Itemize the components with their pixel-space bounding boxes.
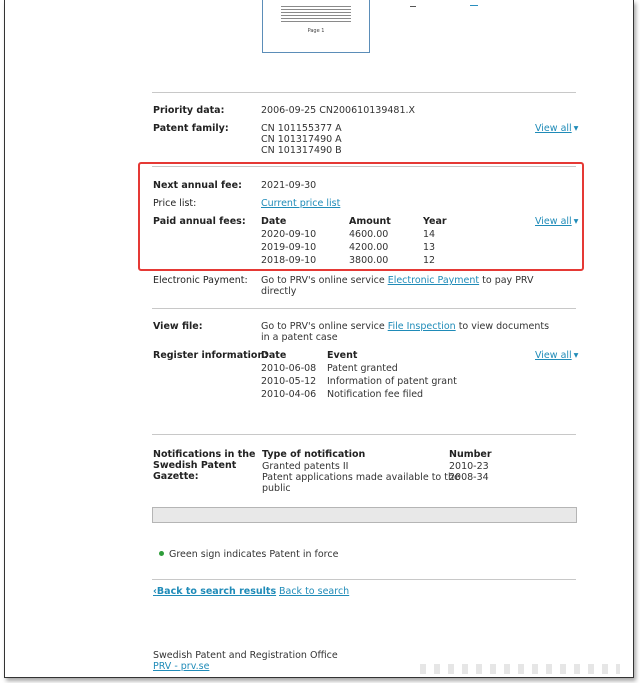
paid-fee-amount: 4600.00 <box>349 229 389 240</box>
register-header-event: Event <box>327 350 358 361</box>
epayment-text-before: Go to PRV's online service <box>261 275 388 286</box>
notifications-header-number: Number <box>449 449 492 460</box>
notification-number: 2008-34 <box>449 472 489 483</box>
paid-fees-header-date: Date <box>261 216 287 227</box>
priority-label: Priority data: <box>153 105 225 116</box>
paid-fee-date: 2020-09-10 <box>261 229 317 240</box>
paid-fee-year: 14 <box>423 229 436 240</box>
family-view-all-link[interactable]: View all <box>535 123 578 134</box>
register-date: 2010-05-12 <box>261 376 317 387</box>
watermark <box>420 664 620 674</box>
view-file-text-before: Go to PRV's online service <box>261 321 388 332</box>
paid-fees-label: Paid annual fees: <box>153 216 246 227</box>
paid-fee-amount: 3800.00 <box>349 255 389 266</box>
epayment-text-line2: directly <box>261 286 297 297</box>
divider <box>152 579 576 580</box>
paid-fee-amount: 4200.00 <box>349 242 389 253</box>
next-fee-value: 2021-09-30 <box>261 180 317 191</box>
register-event: Patent granted <box>327 363 398 374</box>
footer-org: Swedish Patent and Registration Office <box>153 650 338 661</box>
footer-prv-link[interactable]: PRV - prv.se <box>153 661 209 672</box>
paid-fees-header-amount: Amount <box>349 216 391 227</box>
paid-fee-date: 2018-09-10 <box>261 255 317 266</box>
gray-bar <box>152 507 577 523</box>
view-file-label: View file: <box>153 321 203 332</box>
register-event: Notification fee filed <box>327 389 424 400</box>
family-item: CN 101155377 A <box>261 123 342 134</box>
register-label: Register information: <box>153 350 269 361</box>
price-list-link[interactable]: Current price list <box>261 198 340 209</box>
divider <box>152 308 576 309</box>
family-item: CN 101317490 B <box>261 145 342 156</box>
register-date: 2010-04-06 <box>261 389 317 400</box>
thumbnail-text-lines <box>281 4 351 22</box>
next-fee-label: Next annual fee: <box>153 180 242 191</box>
file-inspection-link[interactable]: File Inspection <box>388 321 456 332</box>
divider <box>152 92 576 93</box>
paid-fee-year: 12 <box>423 255 436 266</box>
register-header-date: Date <box>261 350 287 361</box>
notifications-label-line: Notifications in the <box>153 449 256 460</box>
thumbnail-page-label: Page 1 <box>307 28 325 34</box>
divider <box>152 434 576 435</box>
back-to-results-label: Back to search results <box>156 586 277 597</box>
epayment-label: Electronic Payment: <box>153 275 248 286</box>
view-file-text-after: to view documents <box>455 321 550 332</box>
document-thumbnail[interactable]: Page 1 <box>262 0 370 53</box>
top-link-mark <box>470 5 478 6</box>
paid-fee-date: 2019-09-10 <box>261 242 317 253</box>
notification-type-line2: public <box>262 483 291 494</box>
register-event: Information of patent grant <box>327 376 457 387</box>
view-file-text-line2: in a patent case <box>261 332 338 343</box>
register-view-all-link[interactable]: View all <box>535 350 578 361</box>
epayment-link[interactable]: Electronic Payment <box>388 275 479 286</box>
green-status-icon <box>159 551 164 556</box>
notification-type: Granted patents II <box>262 461 349 472</box>
epayment-text-after: to pay PRV <box>479 275 534 286</box>
register-date: 2010-06-08 <box>261 363 317 374</box>
notification-number: 2010-23 <box>449 461 489 472</box>
paid-fees-view-all-link[interactable]: View all <box>535 216 578 227</box>
notification-type: Patent applications made available to th… <box>262 472 460 483</box>
legend-text: Green sign indicates Patent in force <box>169 549 339 560</box>
back-to-results-link[interactable]: ‹Back to search results <box>153 586 276 597</box>
notifications-label-line: Swedish Patent <box>153 460 237 471</box>
back-to-search-link[interactable]: Back to search <box>279 586 349 597</box>
family-item: CN 101317490 A <box>261 134 342 145</box>
price-list-label: Price list: <box>153 198 197 209</box>
notifications-label-line: Gazette: <box>153 471 199 482</box>
paid-fee-year: 13 <box>423 242 436 253</box>
notifications-header-type: Type of notification <box>262 449 366 460</box>
top-mark <box>410 6 416 7</box>
paid-fees-header-year: Year <box>423 216 447 227</box>
family-label: Patent family: <box>153 123 229 134</box>
view-file-text: Go to PRV's online service File Inspecti… <box>261 321 549 332</box>
epayment-text: Go to PRV's online service Electronic Pa… <box>261 275 534 286</box>
priority-value: 2006-09-25 CN200610139481.X <box>261 105 416 116</box>
